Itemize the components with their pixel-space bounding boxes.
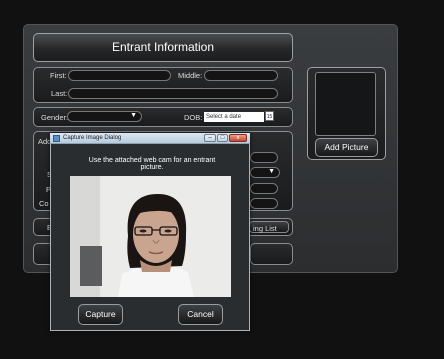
mailing-list-button[interactable]: ing List xyxy=(249,221,289,233)
dialog-titlebar[interactable]: Capture Image Dialog – □ x xyxy=(50,133,250,144)
close-button[interactable]: x xyxy=(229,134,247,142)
dob-label: DOB: xyxy=(184,113,203,122)
webcam-image xyxy=(70,176,231,297)
gender-label: Gender: xyxy=(41,113,69,122)
first-name-input[interactable] xyxy=(68,70,171,81)
calendar-icon[interactable]: 15 xyxy=(265,111,274,121)
capture-button[interactable]: Capture xyxy=(78,304,123,325)
form-header: Entrant Information xyxy=(33,33,293,62)
middle-name-label: Middle: xyxy=(178,71,203,80)
add-picture-button[interactable]: Add Picture xyxy=(315,138,378,157)
gender-select[interactable]: ▼ xyxy=(67,111,142,122)
country-label: Co xyxy=(39,199,49,208)
dob-input[interactable]: Select a date xyxy=(204,112,264,122)
middle-name-input[interactable] xyxy=(204,70,278,81)
last-name-label: Last: xyxy=(51,89,68,98)
mailing-list-label: ing List xyxy=(253,224,277,233)
phone-field-right[interactable] xyxy=(250,183,278,194)
address-field-right[interactable] xyxy=(250,152,278,163)
cancel-button[interactable]: Cancel xyxy=(178,304,223,325)
chevron-down-icon: ▼ xyxy=(130,112,137,119)
dialog-title: Capture Image Dialog xyxy=(63,135,122,141)
picture-frame xyxy=(315,72,376,136)
camera-icon xyxy=(53,135,60,142)
country-field-right[interactable] xyxy=(250,198,278,209)
chevron-down-icon: ▼ xyxy=(268,168,275,175)
state-select[interactable]: ▼ xyxy=(250,167,280,178)
page-title: Entrant Information xyxy=(111,40,215,54)
bottom-button-right[interactable] xyxy=(250,243,293,265)
minimize-button[interactable]: – xyxy=(204,134,216,142)
dialog-instruction: Use the attached web cam for an entrant … xyxy=(88,157,216,171)
maximize-button[interactable]: □ xyxy=(217,134,228,142)
last-name-input[interactable] xyxy=(68,88,278,99)
webcam-preview xyxy=(70,176,231,297)
first-name-label: First: xyxy=(50,71,67,80)
